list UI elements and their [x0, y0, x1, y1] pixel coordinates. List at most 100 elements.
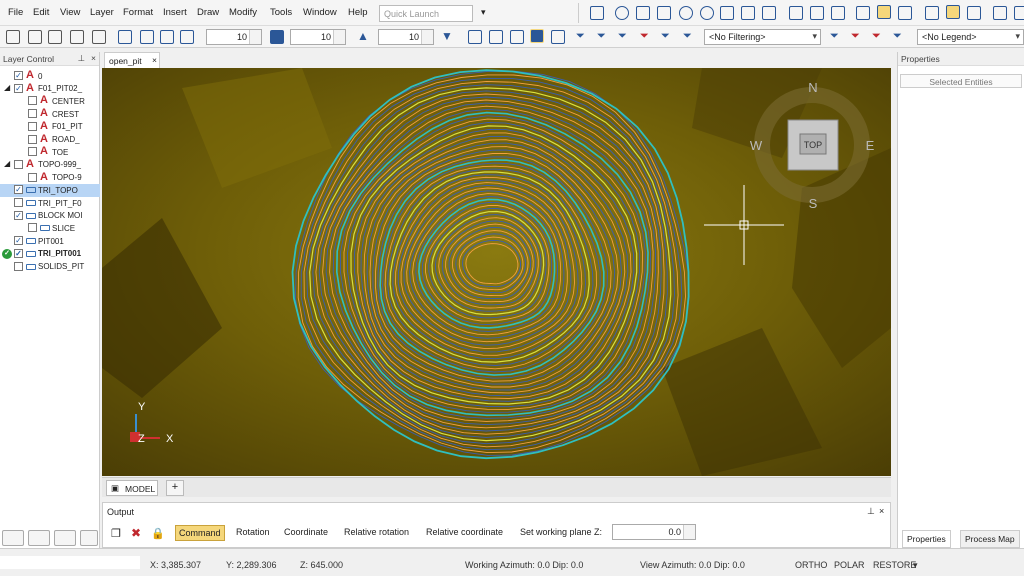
- layer-row[interactable]: TRI_PIT_F0: [0, 197, 100, 210]
- filter-edit-icon[interactable]: ⏷: [618, 30, 627, 43]
- status-input[interactable]: [0, 556, 140, 569]
- up-arrow-icon[interactable]: ▲: [357, 29, 369, 43]
- polar-toggle[interactable]: POLAR: [834, 560, 865, 570]
- spin-input-2[interactable]: 10: [290, 29, 346, 45]
- relative-rotation-button[interactable]: Relative rotation: [341, 525, 412, 539]
- layer-tool-4-icon[interactable]: [80, 530, 98, 546]
- compass-e[interactable]: E: [866, 138, 875, 153]
- legend-edit-icon[interactable]: ⏷: [893, 30, 902, 43]
- layer-visibility-checkbox[interactable]: [28, 96, 37, 106]
- zoom-icon[interactable]: [615, 6, 629, 20]
- close-icon[interactable]: ×: [91, 53, 96, 63]
- layer-row[interactable]: ✓ BLOCK MOI: [0, 210, 100, 223]
- layer-row[interactable]: A F01_PIT: [0, 121, 100, 134]
- cube-icon[interactable]: [636, 6, 650, 20]
- layer-row[interactable]: A ROAD_: [0, 134, 100, 147]
- quick-launch-input[interactable]: Quick Launch: [379, 5, 473, 22]
- triangle-icon[interactable]: [489, 30, 503, 44]
- polyline-icon[interactable]: [925, 6, 939, 20]
- pen-icon[interactable]: [741, 6, 755, 20]
- new-file-icon[interactable]: [6, 30, 20, 44]
- layer-visibility-checkbox[interactable]: [14, 198, 23, 207]
- tab-process-map[interactable]: Process Map: [960, 530, 1020, 548]
- pin-icon[interactable]: ⊥: [78, 53, 85, 64]
- camera-icon[interactable]: [551, 30, 565, 44]
- menu-layer[interactable]: Layer: [90, 7, 114, 18]
- restore-button[interactable]: RESTORE: [873, 560, 916, 570]
- output-close-icon[interactable]: ×: [879, 506, 884, 516]
- menu-file[interactable]: File: [8, 7, 23, 18]
- layer-row[interactable]: ✓ A 0: [0, 70, 100, 83]
- restore-dropdown-icon[interactable]: ▾: [913, 560, 918, 571]
- layer-row[interactable]: ✓ PIT001: [0, 235, 100, 248]
- filter-list-icon[interactable]: ⏷: [661, 30, 670, 43]
- legend-remove-icon[interactable]: ⏷: [851, 30, 860, 43]
- shape-icon[interactable]: [468, 30, 482, 44]
- layer-visibility-checkbox[interactable]: ✓: [14, 83, 23, 93]
- legend-clear-icon[interactable]: ⏷: [872, 30, 881, 43]
- menu-format[interactable]: Format: [123, 7, 153, 18]
- layer-row[interactable]: A CENTER: [0, 95, 100, 108]
- menu-draw[interactable]: Draw: [197, 7, 219, 18]
- menu-modify[interactable]: Modify: [229, 7, 257, 18]
- layer-row[interactable]: ✓ TRI_TOPO: [0, 184, 100, 197]
- layer-row[interactable]: SLICE: [0, 222, 100, 235]
- orbit-icon[interactable]: [700, 6, 714, 20]
- expand-icon[interactable]: ◢: [4, 159, 10, 168]
- layer-row[interactable]: A CREST: [0, 108, 100, 121]
- layer-visibility-checkbox[interactable]: ✓: [14, 71, 23, 80]
- layer-visibility-checkbox[interactable]: ✓: [14, 236, 23, 246]
- layer-row[interactable]: ✓ ✓ TRI_PIT001: [0, 248, 100, 261]
- window-icon[interactable]: [898, 6, 912, 20]
- layer-row[interactable]: A TOE: [0, 146, 100, 159]
- table-icon[interactable]: [877, 5, 891, 19]
- box-icon[interactable]: [657, 6, 671, 20]
- coordinate-button[interactable]: Coordinate: [281, 525, 331, 539]
- output-pin-icon[interactable]: ⊥: [867, 506, 875, 517]
- tab-close-icon[interactable]: ×: [152, 55, 157, 65]
- menu-insert[interactable]: Insert: [163, 7, 187, 18]
- layer-tool-3-icon[interactable]: [54, 530, 76, 546]
- quick-launch-dropdown-icon[interactable]: ▾: [481, 7, 486, 18]
- eraser-icon[interactable]: [762, 6, 776, 20]
- rotation-button[interactable]: Rotation: [233, 525, 273, 539]
- line-tool-icon[interactable]: [590, 6, 604, 20]
- layer-visibility-checkbox[interactable]: [28, 147, 37, 157]
- spin-input-1[interactable]: 10: [206, 29, 262, 45]
- layer-visibility-checkbox[interactable]: [28, 172, 37, 182]
- layer-visibility-checkbox[interactable]: ✓: [14, 185, 23, 195]
- print-icon[interactable]: [92, 30, 106, 44]
- layer-visibility-checkbox[interactable]: [28, 109, 37, 119]
- compass-w[interactable]: W: [750, 138, 763, 153]
- layer-row[interactable]: SOLIDS_PIT: [0, 261, 100, 274]
- menu-view[interactable]: View: [60, 7, 80, 18]
- 3d-viewport[interactable]: TOP N S E W Y X Z: [102, 68, 891, 476]
- copy-icon[interactable]: [160, 30, 174, 44]
- grid-icon[interactable]: [789, 6, 803, 20]
- menu-tools[interactable]: Tools: [270, 7, 292, 18]
- layers-icon[interactable]: [856, 6, 870, 20]
- expand-icon[interactable]: ◢: [4, 83, 10, 92]
- lock-icon[interactable]: 🔒: [151, 527, 165, 540]
- layer-visibility-checkbox[interactable]: ✓: [14, 248, 23, 258]
- mirror-icon[interactable]: [180, 30, 194, 44]
- pencil-icon[interactable]: [720, 6, 734, 20]
- spin-input-3[interactable]: 10: [378, 29, 434, 45]
- bars-icon[interactable]: [270, 30, 284, 44]
- move-icon[interactable]: [140, 30, 154, 44]
- save-icon[interactable]: [48, 30, 62, 44]
- filtering-select[interactable]: <No Filtering>: [704, 29, 821, 45]
- filter-add-icon[interactable]: ⏷: [597, 30, 606, 43]
- working-plane-input[interactable]: 0.0: [612, 524, 696, 540]
- info-icon[interactable]: [831, 6, 845, 20]
- legend-select[interactable]: <No Legend>: [917, 29, 1024, 45]
- transform-icon[interactable]: [118, 30, 132, 44]
- solid-icon[interactable]: [530, 29, 544, 43]
- compass-s[interactable]: S: [809, 196, 818, 211]
- layer-visibility-checkbox[interactable]: [14, 159, 23, 169]
- layer-visibility-checkbox[interactable]: [28, 223, 37, 233]
- clear-output-icon[interactable]: ✖: [131, 526, 141, 540]
- surface-icon[interactable]: [510, 30, 524, 44]
- menu-edit[interactable]: Edit: [33, 7, 49, 18]
- tab-properties[interactable]: Properties: [902, 530, 951, 548]
